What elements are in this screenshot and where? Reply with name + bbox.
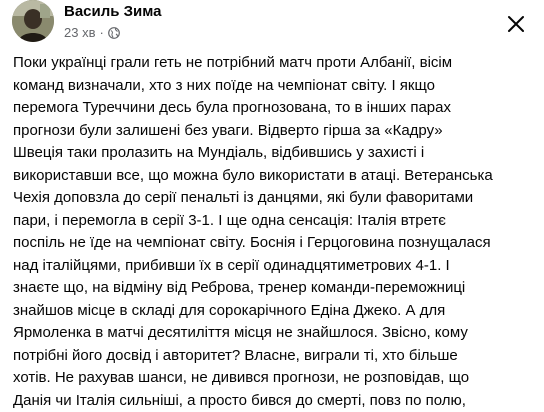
post-text-line: команд визначали, хто з них поїде на чем… xyxy=(13,75,527,98)
post-meta: 23 хв · xyxy=(64,24,120,42)
post-text-line: знайшов місце в складі для сорокарічного… xyxy=(13,300,527,323)
close-icon xyxy=(506,14,526,34)
facebook-post: Василь Зима 23 хв · Поки українці грали … xyxy=(0,0,544,408)
post-text-line: перемога Туреччини десь була прогнозован… xyxy=(13,97,527,120)
post-text-line: поспіль не їде на чемпіонат світу. Босні… xyxy=(13,232,527,255)
post-body: Поки українці грали геть не потрібний ма… xyxy=(13,52,527,412)
post-text-line: над італійцями, прибивши їх в серії один… xyxy=(13,255,527,278)
author-name[interactable]: Василь Зима xyxy=(64,3,162,21)
post-text-line: Швеція таки пролазить на Мундіаль, відби… xyxy=(13,142,527,165)
post-text-line: пари, і перемогла в серії 3-1. І ще одна… xyxy=(13,210,527,233)
avatar-image xyxy=(12,0,54,42)
post-text-line: знаєте що, на відміну від Реброва, трене… xyxy=(13,277,527,300)
avatar[interactable] xyxy=(12,0,54,42)
post-text-line: Ярмоленка в матчі десятиліття місця не з… xyxy=(13,322,527,345)
post-timestamp[interactable]: 23 хв xyxy=(64,25,95,41)
post-text-line: Данія чи Італія сильніші, а просто бився… xyxy=(13,390,527,412)
post-header: Василь Зима 23 хв · xyxy=(0,0,544,50)
post-text-line: Поки українці грали геть не потрібний ма… xyxy=(13,52,527,75)
post-text-line: Чехія доповзла до серії пенальті із данц… xyxy=(13,187,527,210)
post-text-line: хотів. Не рахував шанси, не дивився прог… xyxy=(13,367,527,390)
meta-separator: · xyxy=(99,25,103,41)
post-text-line: потрібні його досвід і авторитет? Власне… xyxy=(13,345,527,368)
close-button[interactable] xyxy=(498,6,534,42)
post-text-line: прогнози були залишені без уваги. Відвер… xyxy=(13,120,527,143)
post-text-line: використавши все, що можна було використ… xyxy=(13,165,527,188)
globe-icon xyxy=(108,27,120,39)
